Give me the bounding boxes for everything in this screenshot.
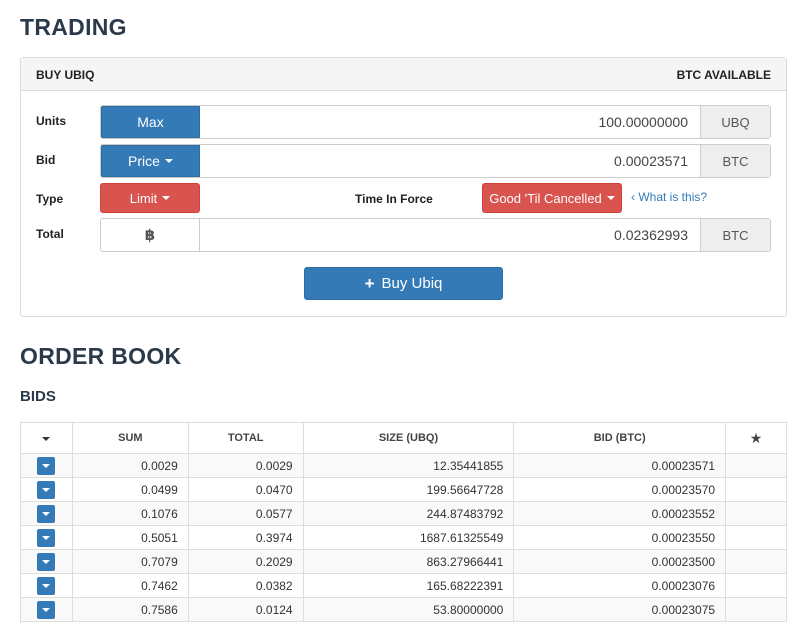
- cell-total: 0.2029: [187, 549, 304, 574]
- column-header-total[interactable]: TOTAL: [187, 422, 304, 454]
- chevron-down-icon: [162, 196, 171, 200]
- cell-total: 0.0124: [187, 597, 304, 622]
- cell-star: [725, 573, 787, 598]
- price-dropdown-button[interactable]: Price: [101, 145, 200, 177]
- cell-bid: 0.00023500: [513, 549, 727, 574]
- max-button[interactable]: Max: [101, 106, 200, 138]
- chevron-down-icon: [42, 437, 51, 441]
- cell-total: 0.0029: [187, 453, 304, 478]
- row-action-button[interactable]: [37, 480, 56, 499]
- cell-total: 0.3974: [187, 525, 304, 550]
- table-row[interactable]: 0.1076 0.0577 244.87483792 0.00023552: [20, 501, 787, 526]
- row-action-button[interactable]: [37, 576, 56, 595]
- total-input-group: ฿ BTC: [100, 218, 771, 252]
- sort-dropdown-header[interactable]: [20, 422, 73, 454]
- table-row[interactable]: 0.7586 0.0124 53.80000000 0.00023075: [20, 597, 787, 622]
- time-in-force-label: Time In Force: [355, 192, 433, 206]
- cell-total: 0.0577: [187, 501, 304, 526]
- cell-sum: 0.1076: [71, 501, 189, 526]
- bid-unit: BTC: [700, 145, 770, 177]
- star-icon[interactable]: ★: [725, 422, 787, 454]
- cell-sum: 0.7079: [71, 549, 189, 574]
- bids-table: SUM TOTAL SIZE (UBQ) BID (BTC) ★ 0.0029 …: [20, 422, 787, 622]
- units-input-group: Max UBQ: [100, 105, 771, 139]
- cell-total: 0.0470: [187, 477, 304, 502]
- table-row[interactable]: 0.5051 0.3974 1687.61325549 0.00023550: [20, 525, 787, 550]
- cell-star: [725, 477, 787, 502]
- chevron-left-icon: ‹: [631, 190, 635, 204]
- limit-button-label: Limit: [129, 190, 158, 206]
- total-label: Total: [36, 227, 64, 241]
- table-row[interactable]: 0.0499 0.0470 199.56647728 0.00023570: [20, 477, 787, 502]
- cell-star: [725, 525, 787, 550]
- row-action-button[interactable]: [37, 456, 56, 475]
- units-unit: UBQ: [700, 106, 770, 138]
- cell-star: [725, 501, 787, 526]
- table-row[interactable]: 0.7079 0.2029 863.27966441 0.00023500: [20, 549, 787, 574]
- plus-icon: +: [364, 273, 375, 293]
- cell-size: 244.87483792: [302, 501, 515, 526]
- limit-dropdown-button[interactable]: Limit: [100, 183, 200, 213]
- column-header-size[interactable]: SIZE (UBQ): [302, 422, 515, 454]
- type-label: Type: [36, 192, 64, 206]
- cell-size: 12.35441855: [302, 453, 515, 478]
- units-input[interactable]: [200, 106, 700, 138]
- order-book-title: ORDER BOOK: [20, 343, 182, 369]
- cell-size: 165.68222391: [302, 573, 515, 598]
- total-input[interactable]: [200, 219, 700, 251]
- trading-title: TRADING: [20, 14, 127, 40]
- buy-ubiq-button-label: Buy Ubiq: [381, 275, 443, 292]
- cell-bid: 0.00023552: [513, 501, 727, 526]
- table-row[interactable]: 0.0029 0.0029 12.35441855 0.00023571: [20, 453, 787, 478]
- buy-panel-header: BUY UBIQ BTC AVAILABLE: [21, 58, 786, 91]
- cell-bid: 0.00023571: [513, 453, 727, 478]
- row-action-button[interactable]: [37, 528, 56, 547]
- bitcoin-icon: ฿: [101, 219, 200, 251]
- cell-sum: 0.5051: [71, 525, 189, 550]
- column-header-sum[interactable]: SUM: [71, 422, 189, 454]
- row-action-button[interactable]: [37, 504, 56, 523]
- cell-size: 199.56647728: [302, 477, 515, 502]
- column-header-bid[interactable]: BID (BTC): [513, 422, 727, 454]
- units-label: Units: [36, 114, 66, 128]
- cell-sum: 0.0029: [71, 453, 189, 478]
- chevron-down-icon: [164, 159, 173, 163]
- cell-total: 0.0382: [187, 573, 304, 598]
- total-unit: BTC: [700, 219, 770, 251]
- cell-star: [725, 453, 787, 478]
- cell-sum: 0.7586: [71, 597, 189, 622]
- cell-sum: 0.0499: [71, 477, 189, 502]
- cell-size: 1687.61325549: [302, 525, 515, 550]
- what-is-this-text: What is this?: [638, 190, 708, 204]
- table-header-row: SUM TOTAL SIZE (UBQ) BID (BTC) ★: [20, 422, 787, 454]
- bid-label: Bid: [36, 153, 56, 167]
- row-action-button[interactable]: [37, 600, 56, 619]
- cell-bid: 0.00023550: [513, 525, 727, 550]
- time-in-force-button-label: Good 'Til Cancelled: [489, 190, 602, 206]
- row-action-button[interactable]: [37, 552, 56, 571]
- buy-panel-title: BUY UBIQ: [36, 68, 95, 82]
- cell-size: 863.27966441: [302, 549, 515, 574]
- bid-input[interactable]: [200, 145, 700, 177]
- cell-star: [725, 549, 787, 574]
- chevron-down-icon: [606, 196, 615, 200]
- cell-sum: 0.7462: [71, 573, 189, 598]
- cell-size: 53.80000000: [302, 597, 515, 622]
- cell-star: [725, 597, 787, 622]
- buy-panel: BUY UBIQ BTC AVAILABLE Units Max UBQ Bid…: [20, 57, 787, 317]
- cell-bid: 0.00023570: [513, 477, 727, 502]
- btc-available-label: BTC AVAILABLE: [676, 68, 771, 82]
- price-button-label: Price: [128, 153, 160, 169]
- table-row[interactable]: 0.7462 0.0382 165.68222391 0.00023076: [20, 573, 787, 598]
- time-in-force-dropdown[interactable]: Good 'Til Cancelled: [482, 183, 622, 213]
- bid-input-group: Price BTC: [100, 144, 771, 178]
- buy-ubiq-button[interactable]: + Buy Ubiq: [304, 267, 503, 300]
- bids-title: BIDS: [20, 388, 56, 405]
- cell-bid: 0.00023075: [513, 597, 727, 622]
- cell-bid: 0.00023076: [513, 573, 727, 598]
- what-is-this-link[interactable]: ‹ What is this?: [631, 190, 707, 204]
